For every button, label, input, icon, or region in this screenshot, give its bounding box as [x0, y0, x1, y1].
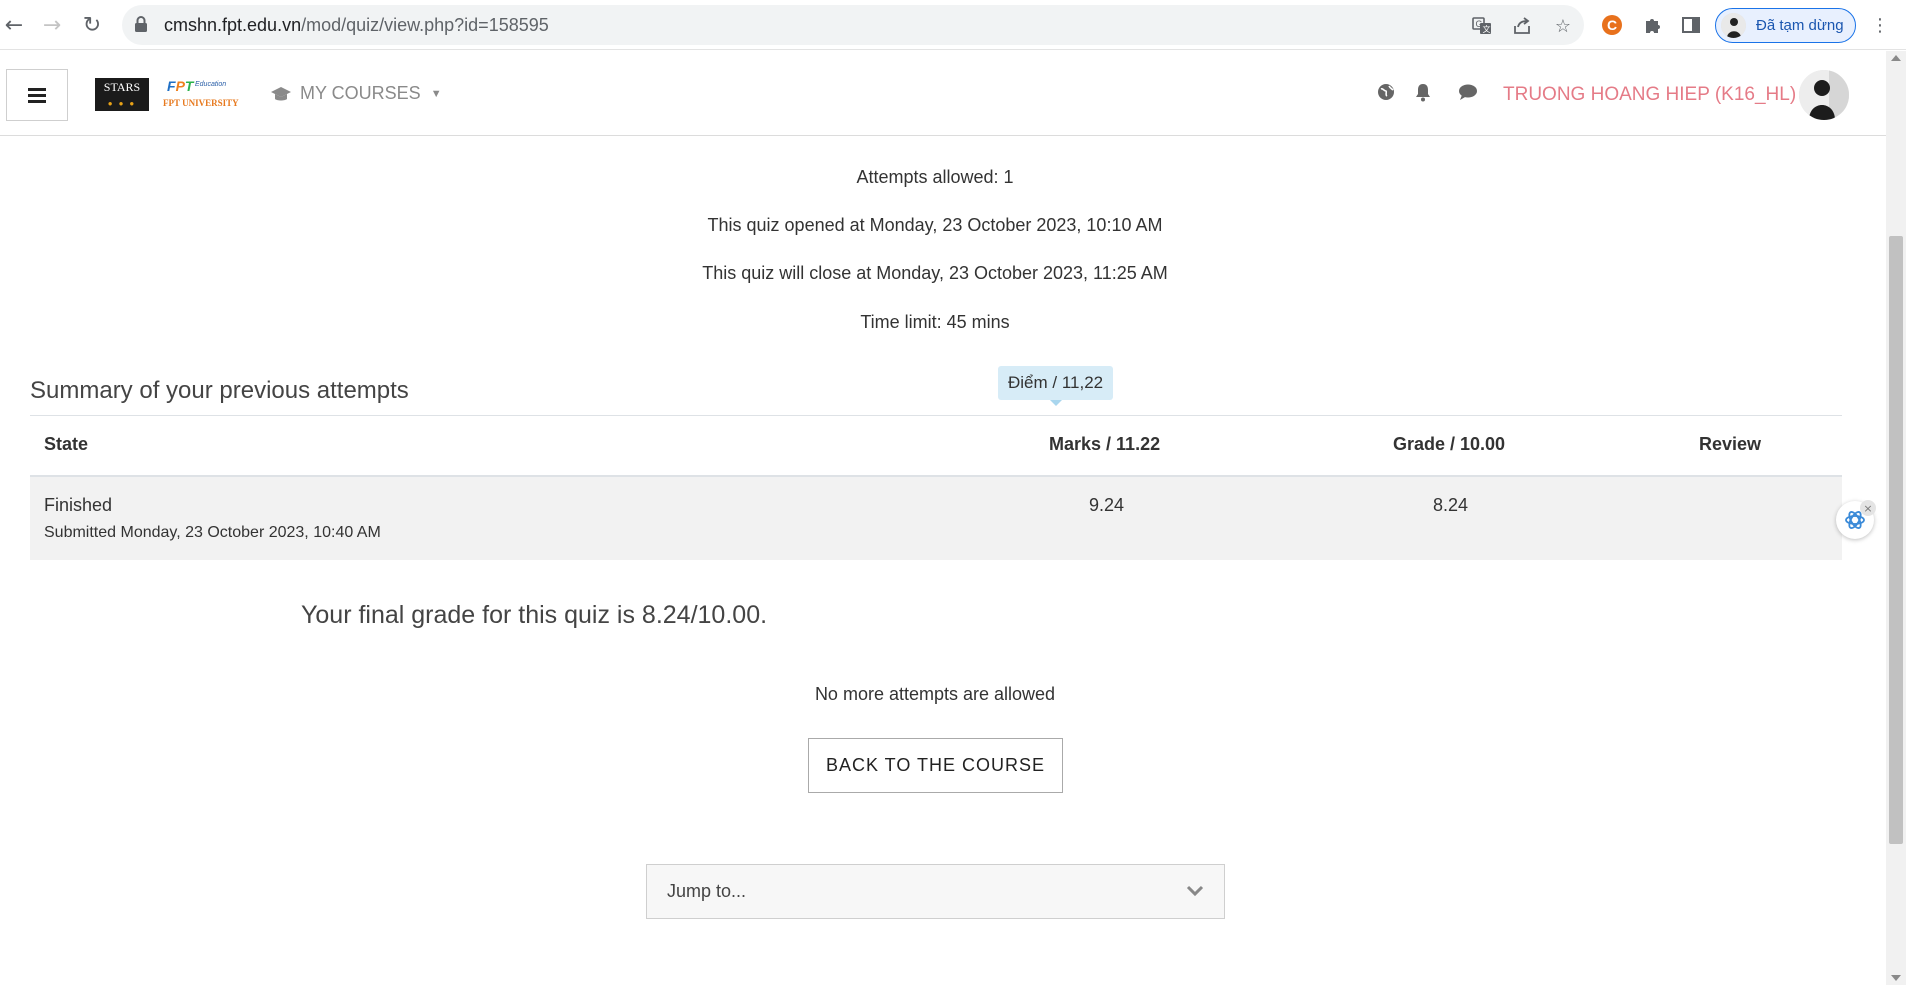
reload-icon[interactable]: ↻ — [78, 11, 106, 39]
jump-to-select[interactable]: Jump to... — [646, 864, 1225, 919]
extension-c-icon[interactable]: C — [1598, 11, 1626, 39]
scroll-up-icon[interactable] — [1891, 55, 1901, 61]
profile-label: Đã tạm dừng — [1756, 17, 1844, 34]
star-icon[interactable]: ☆ — [1551, 14, 1575, 38]
table-header-row: State Marks / 11.22 Grade / 10.00 Review — [30, 415, 1842, 477]
hamburger-icon — [28, 88, 46, 103]
profile-button[interactable]: Đã tạm dừng — [1715, 8, 1856, 43]
lock-icon[interactable] — [134, 16, 148, 32]
site-header: STARS ● ● ● FPT Education FPT UNIVERSITY… — [0, 51, 1886, 136]
my-courses-label: MY COURSES — [300, 83, 421, 103]
user-avatar[interactable] — [1799, 70, 1849, 120]
side-panel-icon[interactable] — [1677, 11, 1705, 39]
summary-heading: Summary of your previous attempts — [30, 377, 409, 404]
grade-column-header: Grade / 10.00 — [1393, 434, 1506, 454]
back-icon[interactable]: ← — [0, 11, 28, 39]
jump-to-label: Jump to... — [667, 881, 747, 901]
scroll-down-icon[interactable] — [1891, 975, 1901, 981]
address-bar[interactable]: cmshn.fpt.edu.vn/mod/quiz/view.php?id=15… — [122, 5, 1584, 45]
svg-text:文: 文 — [1483, 24, 1491, 34]
scrollbar-thumb[interactable] — [1889, 236, 1903, 844]
attempt-submitted-date: Submitted Monday, 23 October 2023, 10:40… — [44, 524, 381, 541]
profile-avatar — [1721, 13, 1746, 38]
url-text[interactable]: cmshn.fpt.edu.vn/mod/quiz/view.php?id=15… — [164, 15, 549, 36]
time-limit-text: Time limit: 45 mins — [860, 312, 1010, 332]
forward-icon[interactable]: → — [38, 11, 66, 39]
graduation-cap-icon — [271, 86, 291, 100]
no-more-attempts-text: No more attempts are allowed — [814, 684, 1056, 704]
close-icon[interactable]: × — [1860, 500, 1876, 516]
translate-icon[interactable]: G文 — [1470, 14, 1494, 38]
attempt-state: Finished — [44, 495, 113, 515]
browser-toolbar: ← → ↻ cmshn.fpt.edu.vn/mod/quiz/view.php… — [0, 0, 1906, 50]
kebab-menu-icon[interactable]: ⋮ — [1866, 11, 1894, 39]
share-icon[interactable] — [1510, 14, 1534, 38]
chevron-down-icon — [1186, 885, 1204, 897]
stars-logo[interactable]: STARS ● ● ● — [95, 78, 149, 111]
bell-icon[interactable] — [1414, 83, 1432, 102]
attempt-marks: 9.24 — [1089, 495, 1125, 515]
marks-tooltip: Điểm / 11,22 — [998, 366, 1114, 406]
my-courses-menu[interactable]: MY COURSES ▼ — [270, 83, 442, 104]
table-row: Finished Submitted Monday, 23 October 20… — [30, 477, 1842, 560]
chevron-down-icon: ▼ — [430, 87, 442, 100]
state-column-header: State — [44, 434, 89, 454]
quiz-opened-text: This quiz opened at Monday, 23 October 2… — [707, 215, 1163, 235]
quiz-close-text: This quiz will close at Monday, 23 Octob… — [702, 263, 1168, 283]
attempt-grade: 8.24 — [1433, 495, 1469, 515]
back-to-course-button[interactable]: BACK TO THE COURSE — [808, 738, 1063, 793]
puzzle-icon[interactable] — [1638, 11, 1666, 39]
attempts-allowed-text: Attempts allowed: 1 — [856, 167, 1014, 187]
final-grade-text: Your final grade for this quiz is 8.24/1… — [301, 601, 768, 629]
review-column-header: Review — [1699, 434, 1762, 454]
fpt-university-logo[interactable]: FPT Education FPT UNIVERSITY — [163, 78, 239, 112]
message-icon[interactable] — [1458, 83, 1478, 101]
user-name-link[interactable]: TRUONG HOANG HIEP (K16_HL) — [1503, 84, 1796, 106]
page-scrollbar[interactable] — [1886, 51, 1906, 985]
svg-text:C: C — [1607, 17, 1617, 33]
marks-column-header: Marks / 11.22 — [1049, 434, 1161, 454]
globe-icon[interactable] — [1377, 83, 1395, 101]
attempts-table: State Marks / 11.22 Grade / 10.00 Review… — [30, 415, 1842, 560]
menu-toggle-button[interactable] — [6, 69, 68, 121]
